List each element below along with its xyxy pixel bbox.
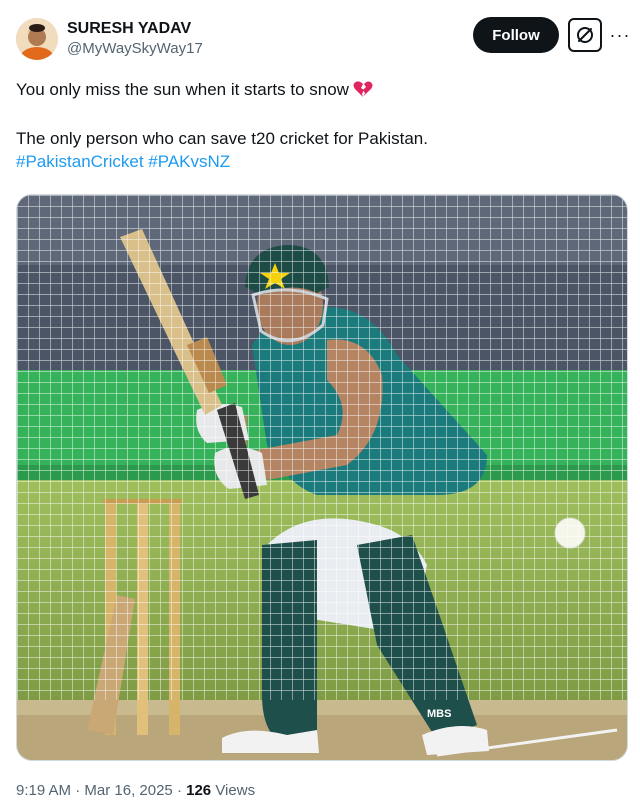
tweet-line-2: The only person who can save t20 cricket…	[16, 129, 428, 148]
avatar[interactable]	[16, 18, 58, 60]
tweet-header: SURESH YADAV @MyWaySkyWay17 Follow ···	[16, 16, 629, 64]
tweet-meta: 9:19 AM · Mar 16, 2025 · 126 Views	[16, 781, 255, 801]
views-count: 126	[186, 782, 212, 799]
grok-button[interactable]	[568, 18, 602, 52]
tweet-media[interactable]: MBS	[16, 194, 628, 761]
broken-heart-icon	[353, 80, 373, 104]
pad-brand: MBS	[427, 708, 451, 720]
avatar-photo	[16, 18, 58, 60]
tweet-line-1: You only miss the sun when it starts to …	[16, 78, 616, 104]
follow-button[interactable]: Follow	[473, 17, 559, 53]
hashtag-link[interactable]: #PAKvsNZ	[148, 152, 230, 171]
more-dots-icon: ···	[609, 24, 631, 45]
user-info: SURESH YADAV @MyWaySkyWay17	[67, 19, 203, 59]
user-handle[interactable]: @MyWaySkyWay17	[67, 39, 203, 59]
views-label: Views	[211, 782, 256, 799]
cricket-practice-photo: MBS	[17, 195, 627, 760]
tweet-time[interactable]: 9:19 AM	[16, 782, 71, 799]
meta-separator: ·	[172, 782, 187, 799]
tweet-hashtags: #PakistanCricket #PAKvsNZ	[16, 150, 616, 173]
meta-separator: ·	[71, 782, 85, 799]
tweet-text: You only miss the sun when it starts to …	[16, 78, 616, 173]
tweet-date[interactable]: Mar 16, 2025	[84, 782, 172, 799]
slashed-circle-icon	[577, 27, 593, 43]
tweet-line-1-text: You only miss the sun when it starts to …	[16, 80, 349, 99]
hashtag-link[interactable]: #PakistanCricket	[16, 152, 144, 171]
more-options-button[interactable]: ···	[608, 18, 632, 52]
display-name[interactable]: SURESH YADAV	[67, 19, 203, 39]
